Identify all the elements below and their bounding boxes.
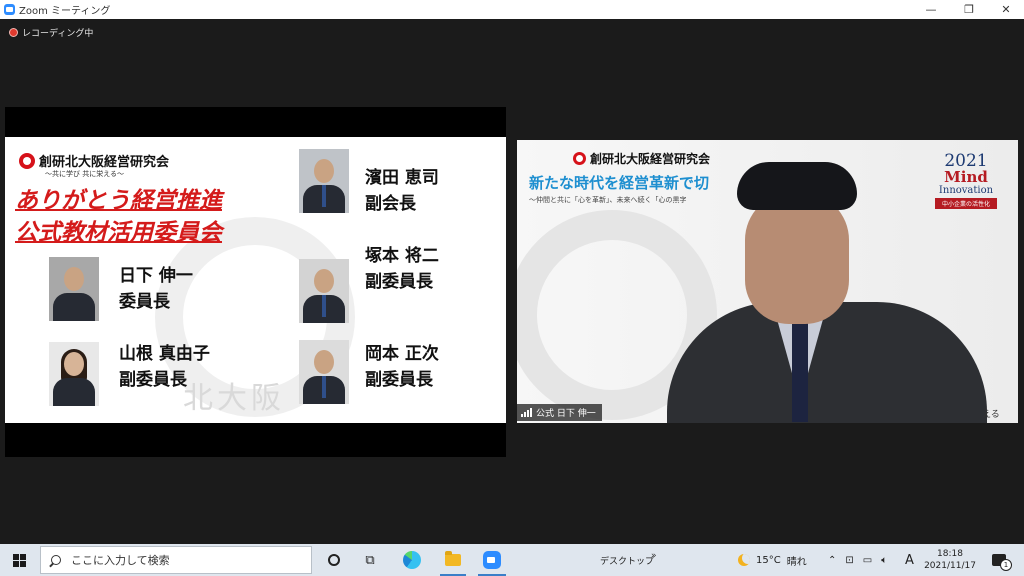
system-tray: ⌃ ⊡ ▭ 🔈︎ <box>828 544 887 576</box>
edge-icon <box>403 551 421 569</box>
zoom-taskbar-button[interactable] <box>478 544 506 576</box>
weather-widget[interactable]: 15°C 晴れ <box>738 544 807 576</box>
speaker-face <box>745 192 849 324</box>
start-button[interactable] <box>0 544 38 576</box>
ime-indicator[interactable]: A <box>905 544 914 576</box>
person-head <box>314 269 334 293</box>
slide-headline: ありがとう経営推進 公式教材活用委員会 <box>15 185 222 249</box>
person-tie <box>322 185 326 207</box>
participant-name-label: 公式 日下 伸一 <box>517 404 602 421</box>
person-name: 岡本 正次 <box>365 344 439 364</box>
person-body <box>53 378 95 406</box>
person-head <box>314 350 334 374</box>
zoom-icon <box>483 551 501 569</box>
recording-indicator[interactable]: レコーディング中 <box>9 26 93 39</box>
taskbar: ここに入力して検索 ⧉ デスクトップ » 15°C 晴れ ⌃ ⊡ ▭ 🔈︎ A … <box>0 544 1024 576</box>
weather-text: 晴れ <box>786 556 807 568</box>
person-name-hamada: 濱田 恵司 副会長 <box>365 165 439 217</box>
person-head <box>314 159 334 183</box>
slide-org-header: 創研北大阪経営研究会 <box>19 151 169 170</box>
search-icon <box>51 555 61 565</box>
person-tie <box>322 376 326 398</box>
task-view-button[interactable]: ⧉ <box>358 544 382 576</box>
person-name-kusaka: 日下 伸一 委員長 <box>119 263 193 315</box>
person-name-tsukamoto: 塚本 将二 副委員長 <box>365 243 439 295</box>
volume-icon[interactable]: 🔈︎ <box>881 555 887 566</box>
person-tie <box>322 295 326 317</box>
maximize-button[interactable]: ❐ <box>949 0 989 19</box>
close-button[interactable]: ✕ <box>986 0 1024 19</box>
person-name: 山根 真由子 <box>119 344 210 364</box>
search-placeholder: ここに入力して検索 <box>71 554 170 567</box>
person-photo-hamada <box>299 149 349 213</box>
person-role: 委員長 <box>119 292 170 312</box>
cortana-button[interactable] <box>322 544 346 576</box>
taskbar-search-box[interactable]: ここに入力して検索 <box>40 546 312 574</box>
speaker-suit <box>667 302 987 423</box>
speaker-figure <box>667 162 987 423</box>
person-photo-yamane <box>49 342 99 406</box>
task-view-icon: ⧉ <box>365 552 375 568</box>
video-subline: 〜仲間と共に「心を革新」、未来へ続く「心の黒字 <box>529 196 687 204</box>
moon-icon <box>738 554 750 566</box>
slide-org-name: 創研北大阪経営研究会 <box>39 155 170 170</box>
person-name: 日下 伸一 <box>119 266 193 286</box>
meeting-area: レコーディング中 北大阪 創研北大阪経営研究会 〜共に学び 共に栄える〜 ありが… <box>0 19 1024 544</box>
notification-icon <box>992 554 1012 571</box>
participant-video[interactable]: 創研北大阪経営研究会 新たな時代を経営革新で切 〜仲間と共に「心を革新」、未来へ… <box>517 140 1018 423</box>
record-icon <box>9 28 18 37</box>
person-name-okamoto: 岡本 正次 副委員長 <box>365 341 439 393</box>
person-name-yamane: 山根 真由子 副委員長 <box>119 341 210 393</box>
weather-temp: 15°C <box>756 554 781 566</box>
person-name: 塚本 将二 <box>365 246 439 266</box>
slide-headline-line2: 公式教材活用委員会 <box>15 219 222 246</box>
org-logo-icon <box>19 152 35 169</box>
taskbar-clock[interactable]: 18:18 2021/11/17 <box>921 544 979 576</box>
shared-screen[interactable]: 北大阪 創研北大阪経営研究会 〜共に学び 共に栄える〜 ありがとう経営推進 公式… <box>5 107 506 457</box>
participant-name: 公式 日下 伸一 <box>536 409 596 419</box>
clock-date: 2021/11/17 <box>924 561 976 571</box>
slide: 北大阪 創研北大阪経営研究会 〜共に学び 共に栄える〜 ありがとう経営推進 公式… <box>5 137 506 423</box>
cortana-icon <box>328 554 340 566</box>
person-head <box>64 352 84 376</box>
speaker-hair <box>737 162 857 210</box>
notification-center-button[interactable] <box>986 544 1012 576</box>
person-photo-kusaka <box>49 257 99 321</box>
recording-label: レコーディング中 <box>22 29 94 39</box>
windows-logo-icon <box>12 553 26 567</box>
desktop-toolbar[interactable]: デスクトップ <box>600 544 654 576</box>
chevron-up-icon[interactable]: ⌃ <box>828 555 836 566</box>
title-bar: Zoom ミーティング — ❐ ✕ <box>0 0 1024 19</box>
person-name: 濱田 恵司 <box>365 168 439 188</box>
file-explorer-taskbar-button[interactable] <box>440 544 466 576</box>
person-role: 副委員長 <box>119 370 187 390</box>
zoom-logo-icon <box>4 4 15 15</box>
person-head <box>64 267 84 291</box>
org-logo-icon <box>573 152 586 165</box>
network-icon[interactable]: ⊡ <box>845 555 853 566</box>
toolbar-chevron-icon[interactable]: » <box>651 540 657 572</box>
slide-headline-line1: ありがとう経営推進 <box>15 187 222 214</box>
edge-taskbar-button[interactable] <box>398 544 426 576</box>
signal-icon <box>521 408 532 417</box>
person-body <box>53 293 95 321</box>
window-title: Zoom ミーティング <box>19 6 111 17</box>
person-role: 副会長 <box>365 194 416 214</box>
video-trailing-text: える <box>982 410 1000 420</box>
slide-org-tagline: 〜共に学び 共に栄える〜 <box>45 170 125 178</box>
person-photo-okamoto <box>299 340 349 404</box>
person-photo-tsukamoto <box>299 259 349 323</box>
person-role: 副委員長 <box>365 272 433 292</box>
clock-time: 18:18 <box>937 549 963 559</box>
minimize-button[interactable]: — <box>911 0 951 19</box>
file-explorer-icon <box>445 551 461 566</box>
battery-icon[interactable]: ▭ <box>863 555 872 566</box>
person-role: 副委員長 <box>365 370 433 390</box>
speaker-tie <box>792 322 808 422</box>
